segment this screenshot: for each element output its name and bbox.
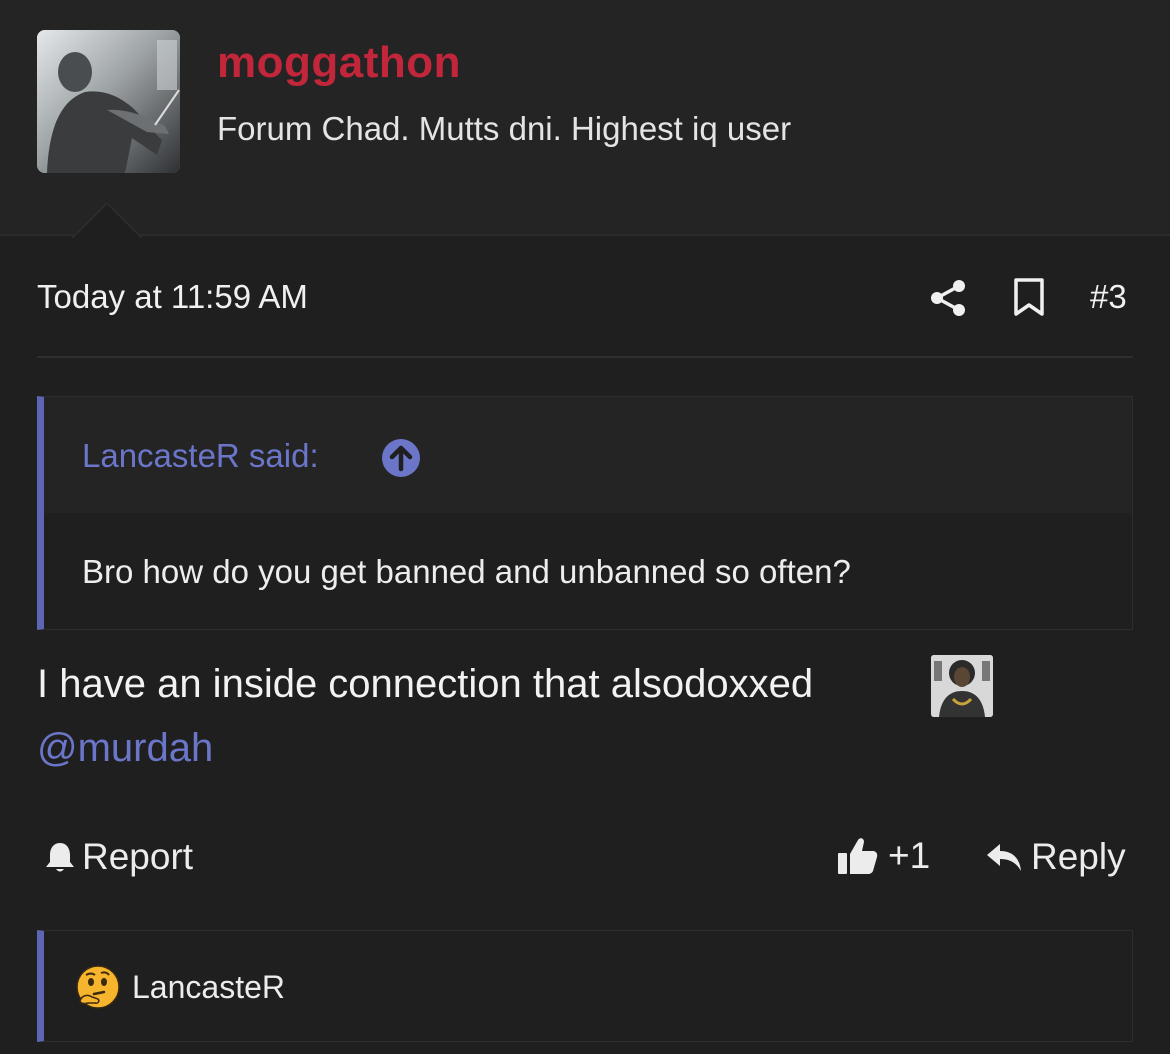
quote-header: LancasteR said: xyxy=(44,397,1132,513)
custom-emoji-icon xyxy=(931,655,993,717)
jump-to-quote-icon[interactable] xyxy=(382,439,420,477)
reply-label: Reply xyxy=(1031,836,1126,877)
thumbs-up-icon xyxy=(838,838,878,874)
reaction-user-link[interactable]: LancasteR xyxy=(132,969,285,1006)
reply-arrow-icon xyxy=(987,844,1021,871)
avatar[interactable] xyxy=(37,30,180,173)
quote-author-link[interactable]: LancasteR said: xyxy=(82,437,319,475)
post-date[interactable]: Today at 11:59 AM xyxy=(37,278,308,316)
thinking-face-icon xyxy=(76,965,120,1009)
user-header: moggathon Forum Chad. Mutts dni. Highest… xyxy=(0,0,1170,238)
share-icon[interactable] xyxy=(928,278,968,318)
forum-post: moggathon Forum Chad. Mutts dni. Highest… xyxy=(0,0,1170,1054)
post-pointer-arrow xyxy=(72,203,142,238)
post-number-link[interactable]: #3 xyxy=(1090,278,1127,316)
bookmark-icon[interactable] xyxy=(1012,277,1046,317)
like-button[interactable]: +1 xyxy=(836,834,930,878)
user-title: Forum Chad. Mutts dni. Highest iq user xyxy=(217,110,792,147)
username[interactable]: moggathon xyxy=(217,38,461,88)
divider xyxy=(37,356,1133,358)
like-count: +1 xyxy=(888,835,931,876)
user-mention-link[interactable]: @murdah xyxy=(37,726,213,771)
reply-button[interactable]: Reply xyxy=(985,835,1126,879)
report-button[interactable]: Report xyxy=(44,835,193,879)
report-label: Report xyxy=(82,836,194,877)
message-text: I have an inside connection that alsodox… xyxy=(37,662,814,706)
bell-icon xyxy=(46,843,74,872)
quote-text: Bro how do you get banned and unbanned s… xyxy=(82,553,851,590)
quote-block: LancasteR said: Bro how do you get banne… xyxy=(37,396,1133,630)
reactions-bar[interactable]: LancasteR xyxy=(37,930,1133,1042)
